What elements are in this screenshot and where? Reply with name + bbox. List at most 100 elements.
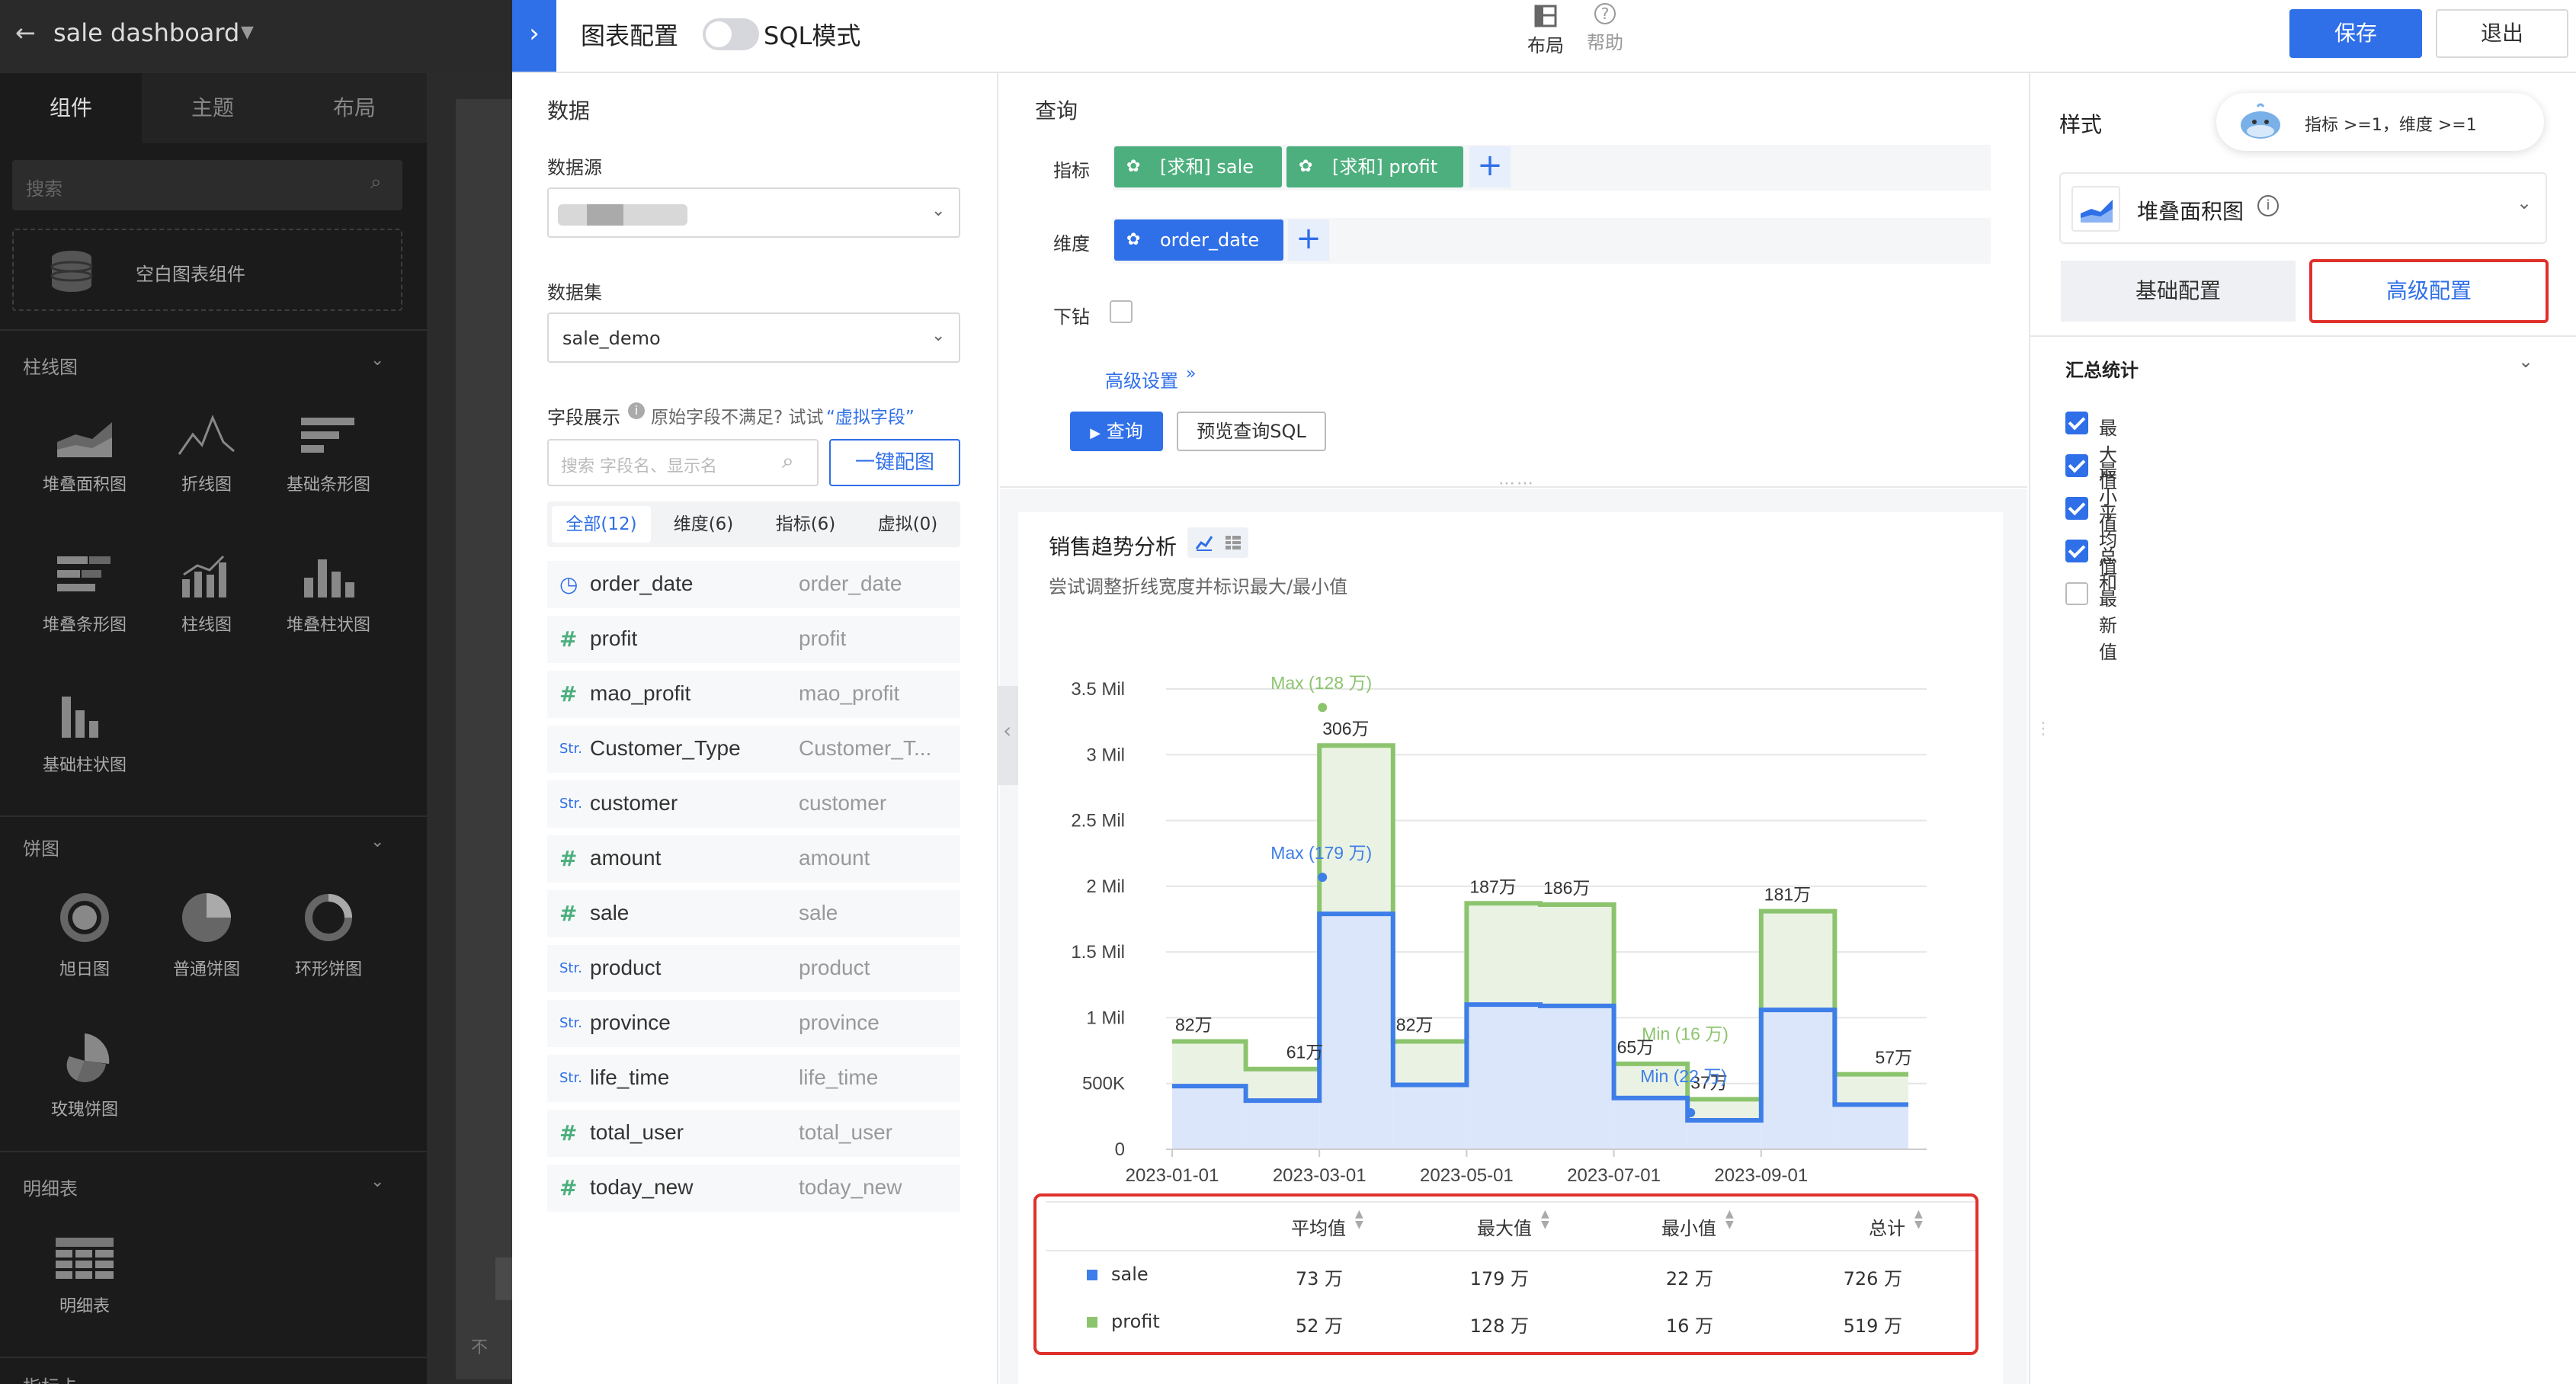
save-button[interactable]: 保存 (2289, 9, 2422, 58)
divider (0, 1151, 427, 1152)
component-pie[interactable]: 普通饼图 (149, 890, 264, 980)
back-arrow-icon[interactable]: ← (15, 18, 36, 47)
field-row[interactable]: ◷ order_date order_date (547, 561, 960, 608)
metric-chip-profit[interactable]: ✿ [求和] profit (1286, 146, 1463, 187)
collapse-panel-button[interactable]: › (512, 0, 556, 72)
sql-mode-label: SQL模式 (764, 21, 861, 50)
y-tick-label: 2 Mil (1086, 876, 1125, 897)
tab-layout[interactable]: 布局 (284, 73, 425, 143)
gear-icon: ✿ (1299, 157, 1313, 176)
column-chart-icon (62, 697, 98, 738)
component-stacked-column[interactable]: 堆叠柱状图 (271, 552, 386, 636)
option-checkbox[interactable] (2065, 582, 2088, 605)
tab-components[interactable]: 组件 (0, 73, 142, 143)
field-row[interactable]: # total_user total_user (547, 1110, 960, 1157)
annotation-label: Max (128 万) (1270, 673, 1372, 693)
chevron-down-icon[interactable]: ⌄ (2518, 351, 2533, 372)
component-rose[interactable]: 玫瑰饼图 (27, 1030, 142, 1120)
profit-area-step (1172, 1041, 1246, 1087)
field-row[interactable]: Str. customer customer (547, 780, 960, 828)
field-row[interactable]: Str. life_time life_time (547, 1055, 960, 1102)
datasource-select[interactable]: ⌄ (547, 187, 960, 238)
metric-chip-sale[interactable]: ✿ [求和] sale (1114, 146, 1282, 187)
field-name: today_new (590, 1175, 694, 1199)
field-row[interactable]: # today_new today_new (547, 1165, 960, 1212)
component-bar-line[interactable]: 柱线图 (149, 552, 264, 636)
field-row[interactable]: # mao_profit mao_profit (547, 671, 960, 718)
component-label: 环形饼图 (294, 960, 362, 979)
sunburst-icon (60, 893, 109, 942)
tab-theme[interactable]: 主题 (142, 73, 284, 143)
tab-basic-config[interactable]: 基础配置 (2061, 261, 2296, 322)
dimension-chip-label: order_date (1160, 229, 1260, 251)
component-basic-bar[interactable]: 基础条形图 (271, 412, 386, 495)
profit-area-step (1834, 1074, 1908, 1105)
number-type-icon: # (559, 901, 578, 926)
layout-button[interactable]: 布局 (1524, 3, 1567, 69)
option-checkbox[interactable] (2065, 540, 2088, 562)
chevron-down-icon[interactable]: ⌄ (370, 351, 384, 370)
field-name: customer (590, 791, 678, 815)
sql-mode-toggle[interactable] (703, 18, 759, 50)
line-chart-icon[interactable] (1195, 533, 1213, 552)
info-icon[interactable]: i (628, 402, 645, 419)
chevron-down-icon[interactable]: ⌄ (370, 1172, 384, 1191)
component-search-input[interactable]: 搜索 ⌕ (12, 160, 402, 210)
component-donut[interactable]: 环形饼图 (271, 890, 386, 980)
field-row[interactable]: # amount amount (547, 835, 960, 883)
help-button[interactable]: ? 帮助 (1584, 3, 1626, 69)
add-metric-icon[interactable]: + (1469, 146, 1511, 187)
line-chart-icon (178, 415, 235, 455)
layout-label: 布局 (1527, 35, 1564, 56)
field-row[interactable]: Str. Customer_Type Customer_T... (547, 726, 960, 773)
field-row[interactable]: Str. province province (547, 1000, 960, 1047)
x-tick-label: 2023-05-01 (1420, 1165, 1514, 1186)
dashboard-title[interactable]: sale dashboard (53, 18, 239, 47)
field-row[interactable]: # profit profit (547, 616, 960, 663)
query-button-label: 查询 (1106, 421, 1143, 442)
preview-sql-button[interactable]: 预览查询SQL (1177, 412, 1326, 451)
advanced-settings-link[interactable]: 高级设置 (1105, 366, 1178, 392)
dimension-chip-order-date[interactable]: ✿ order_date (1114, 219, 1283, 261)
number-type-icon: # (559, 1175, 578, 1200)
component-stacked-area[interactable]: 堆叠面积图 (27, 412, 142, 495)
query-button[interactable]: ▶ 查询 (1070, 412, 1163, 451)
filter-tab-all[interactable]: 全部(12) (552, 506, 651, 543)
add-dimension-icon[interactable]: + (1288, 219, 1329, 261)
sale-area-step (1761, 1010, 1835, 1149)
option-checkbox[interactable] (2065, 497, 2088, 520)
profit-area-step (1761, 911, 1835, 1011)
virtual-field-link[interactable]: “虚拟字段” (826, 402, 915, 428)
horizontal-bar-icon (301, 418, 354, 453)
filter-tab-virtual[interactable]: 虚拟(0) (858, 506, 957, 543)
empty-chart-component[interactable]: 空白图表组件 (12, 229, 402, 311)
chevron-down-icon[interactable]: ▼ (241, 23, 254, 42)
field-search-input[interactable]: 搜索 字段名、显示名 ⌕ (547, 439, 819, 486)
filter-tab-metric[interactable]: 指标(6) (756, 506, 855, 543)
profit-area-step (1466, 903, 1540, 1005)
background-partial-text: 不 (471, 1338, 489, 1357)
component-stacked-bar[interactable]: 堆叠条形图 (27, 552, 142, 636)
component-basic-column[interactable]: 基础柱状图 (27, 692, 142, 776)
component-detail-table[interactable]: 明细表 (27, 1236, 142, 1317)
field-row[interactable]: Str. product product (547, 945, 960, 992)
option-checkbox[interactable] (2065, 412, 2088, 434)
bar-line-chart-icon (182, 555, 226, 597)
drilldown-checkbox[interactable] (1110, 300, 1133, 323)
chart-type-select[interactable]: 堆叠面积图 i ⌄ (2059, 172, 2547, 244)
resize-handle-icon[interactable]: ⋮ (2035, 719, 2052, 738)
component-label: 基础条形图 (286, 476, 370, 495)
chevron-down-icon[interactable]: ⌄ (370, 832, 384, 851)
component-sunburst[interactable]: 旭日图 (27, 890, 142, 980)
field-row[interactable]: # sale sale (547, 890, 960, 937)
exit-button[interactable]: 退出 (2436, 9, 2568, 58)
component-line[interactable]: 折线图 (149, 412, 264, 495)
filter-tab-dimension[interactable]: 维度(6) (654, 506, 753, 543)
dataset-select[interactable]: sale_demo ⌄ (547, 312, 960, 363)
double-chevron-down-icon[interactable]: » (1186, 364, 1196, 383)
table-icon[interactable] (1224, 533, 1242, 552)
y-tick-label: 0 (1115, 1139, 1125, 1160)
info-icon[interactable]: i (2257, 195, 2279, 216)
option-checkbox[interactable] (2065, 454, 2088, 477)
one-click-chart-button[interactable]: 一键配图 (829, 439, 960, 486)
